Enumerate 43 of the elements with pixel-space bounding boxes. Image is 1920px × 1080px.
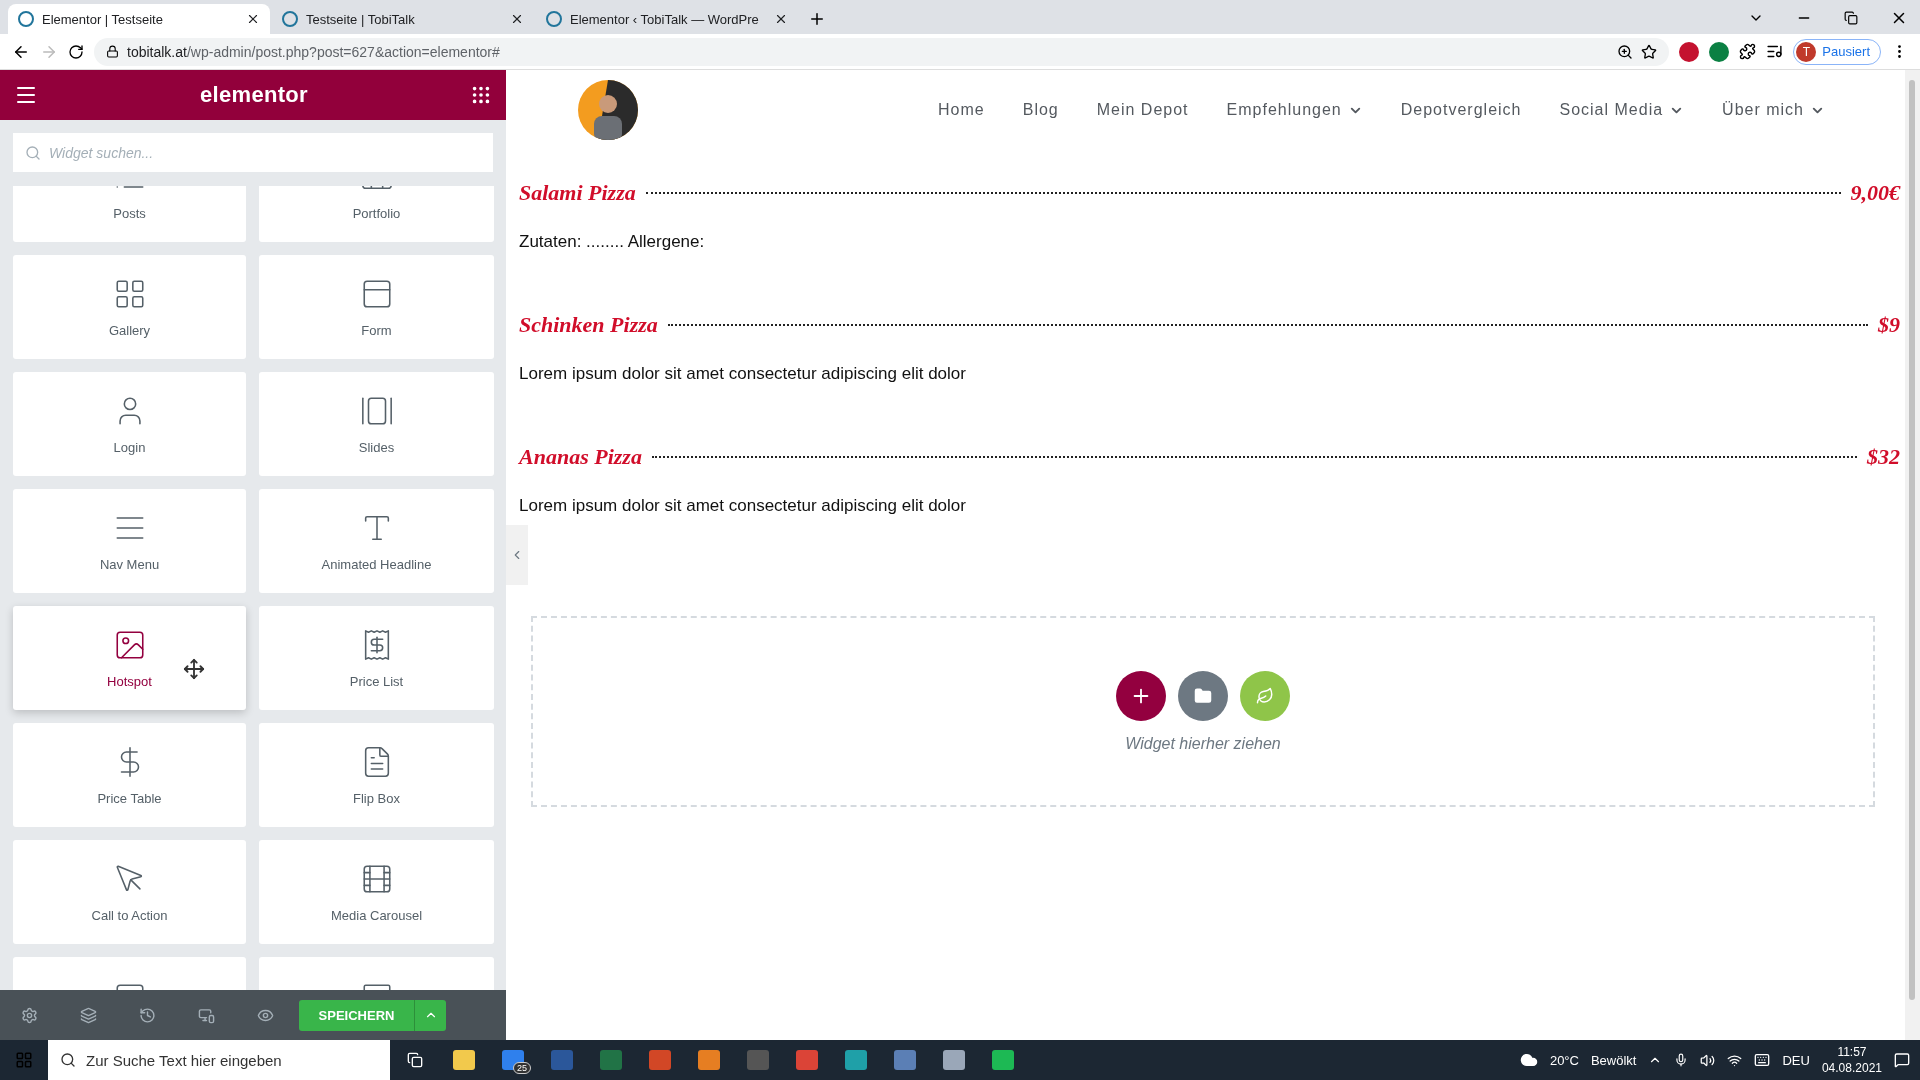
widget-card[interactable]: Animated Headline [259, 489, 494, 593]
drop-hint: Widget hierher ziehen [1125, 734, 1281, 753]
widget-card[interactable]: Login [13, 372, 246, 476]
item-description: Lorem ipsum dolor sit amet consectetur adipiscing elit dolor [519, 364, 967, 384]
nav-link[interactable]: Home [938, 101, 985, 119]
widget-card[interactable]: Form [259, 255, 494, 359]
item-price: $9 [1878, 312, 1900, 338]
nav-link[interactable]: Mein Depot [1096, 101, 1189, 119]
widget-card[interactable]: Nav Menu [13, 489, 246, 593]
item-description: Zutaten: ........ Allergene: [519, 232, 706, 252]
item-price: $32 [1867, 444, 1900, 470]
item-description: Lorem ipsum dolor sit amet consectetur adipiscing elit dolor [519, 496, 967, 516]
widget-card[interactable]: Price Table [13, 723, 246, 827]
item-title: Salami Pizza [519, 180, 636, 206]
temperature: 20°C [1549, 1052, 1579, 1068]
nav-link[interactable]: Depotvergleich [1400, 101, 1522, 119]
nav-link[interactable]: Blog [1022, 101, 1059, 119]
clock[interactable]: 11:57 04.08.2021 [1821, 1044, 1882, 1076]
widget-card[interactable]: Hotspot [13, 606, 246, 710]
mail-badge: 25 [513, 1062, 531, 1074]
language-indicator[interactable]: DEU [1782, 1052, 1810, 1068]
widget-search-field[interactable]: Widget suchen... [13, 133, 493, 172]
widget-card[interactable]: Flip Box [259, 723, 494, 827]
item-price: 9,00€ [1850, 180, 1900, 206]
nav-link[interactable]: Empfehlungen [1226, 101, 1363, 119]
widget-card[interactable]: Slides [259, 372, 494, 476]
taskbar-search-field[interactable]: Zur Suche Text hier eingeben [48, 1040, 390, 1080]
browser-tab[interactable]: Elementor | Testseite [8, 4, 270, 34]
browser-tab[interactable]: Testseite | TobiTalk [272, 4, 534, 34]
widget-card[interactable]: Posts [13, 186, 246, 242]
widget-card[interactable]: Price List [259, 606, 494, 710]
widget-card[interactable]: Call to Action [13, 840, 246, 944]
widget-card[interactable]: Portfolio [259, 186, 494, 242]
elementor-logo: elementor [200, 82, 308, 108]
item-title: Schinken Pizza [519, 312, 658, 338]
nav-link[interactable]: Social Media [1559, 101, 1685, 119]
browser-tab[interactable]: Elementor ‹ TobiTalk — WordPre [536, 4, 798, 34]
widget-card[interactable]: Gallery [13, 255, 246, 359]
address-bar[interactable]: tobitalk.at/wp-admin/post.php?post=627&action=elementor# [94, 37, 1670, 66]
widget-card[interactable]: Media Carousel [259, 840, 494, 944]
weather-text: Bewölkt [1590, 1052, 1637, 1068]
nav-link[interactable]: Über mich [1722, 101, 1825, 119]
item-title: Ananas Pizza [519, 444, 642, 470]
